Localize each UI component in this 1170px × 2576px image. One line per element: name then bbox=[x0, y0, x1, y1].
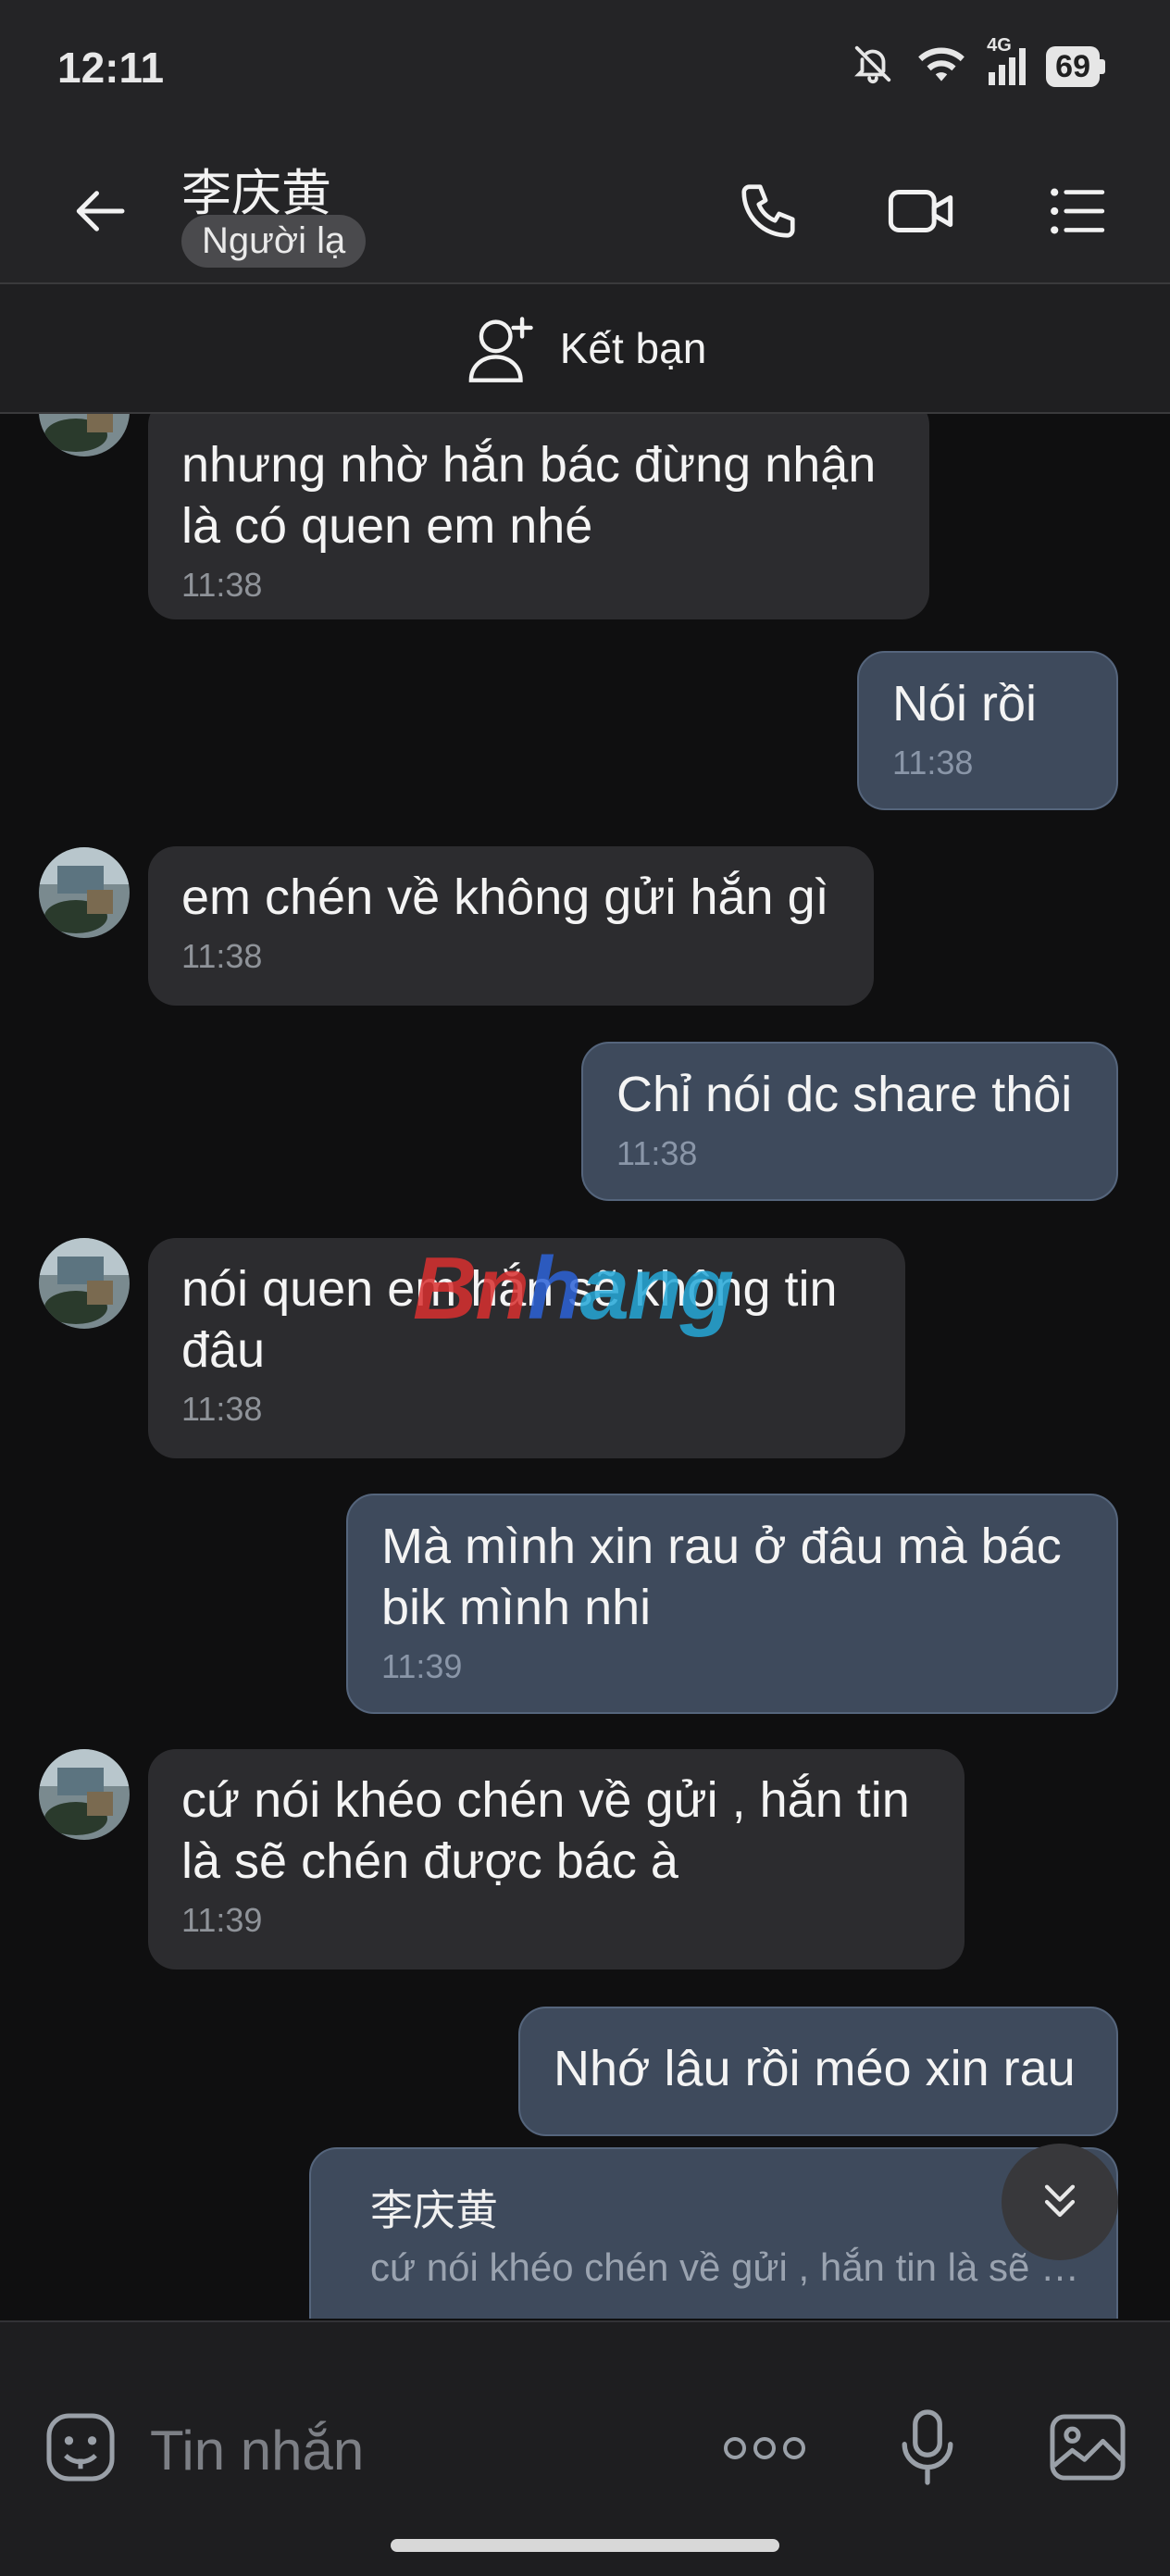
message-text: cứ nói khéo chén về gửi , hắn tin là sẽ … bbox=[181, 1772, 910, 1889]
reply-quote[interactable]: 李庆黄 cứ nói khéo chén về gửi , hắn tin là… bbox=[344, 2177, 1092, 2290]
video-call-button[interactable] bbox=[885, 174, 959, 248]
more-options-button[interactable] bbox=[718, 2411, 811, 2485]
message-time: 11:38 bbox=[181, 937, 263, 975]
message-text: Nói sao cũng méo chịu đòi tiền bbox=[344, 2310, 1083, 2319]
voice-call-button[interactable] bbox=[731, 174, 805, 248]
reply-snippet: cứ nói khéo chén về gửi , hắn tin là sẽ … bbox=[370, 2245, 1092, 2289]
contact-avatar[interactable] bbox=[39, 1749, 130, 1840]
message-composer bbox=[0, 2320, 1170, 2576]
add-user-icon bbox=[468, 317, 533, 382]
status-icons: 4G 69 bbox=[852, 35, 1105, 90]
add-friend-label: Kết bạn bbox=[559, 324, 707, 372]
contact-avatar[interactable] bbox=[39, 414, 130, 456]
signal-icon: 4G bbox=[987, 35, 1027, 85]
phone-icon bbox=[741, 184, 795, 238]
message-bubble-outgoing[interactable]: Mà mình xin rau ở đâu mà bác bik mình nh… bbox=[346, 1494, 1118, 1714]
video-call-icon bbox=[888, 190, 953, 232]
back-button[interactable] bbox=[65, 174, 139, 248]
message-bubble-outgoing[interactable]: Chỉ nói dc share thôi 11:38 bbox=[581, 1042, 1118, 1201]
battery-level: 69 bbox=[1046, 45, 1100, 87]
reply-sender-name: 李庆黄 bbox=[370, 2185, 498, 2235]
add-friend-button[interactable]: Kết bạn bbox=[0, 284, 1170, 414]
image-gallery-icon bbox=[1050, 2414, 1126, 2481]
home-indicator[interactable] bbox=[391, 2539, 779, 2552]
message-bubble-incoming[interactable]: nhưng nhờ hắn bác đừng nhận là có quen e… bbox=[148, 414, 929, 619]
message-time: 11:39 bbox=[381, 1647, 463, 1685]
message-bubble-outgoing[interactable]: Nói rồi 11:38 bbox=[857, 651, 1118, 810]
network-type: 4G bbox=[987, 34, 1012, 56]
contact-avatar[interactable] bbox=[39, 847, 130, 938]
message-bubble-incoming[interactable]: em chén về không gửi hắn gì 11:38 bbox=[148, 846, 874, 1006]
chat-options-button[interactable] bbox=[1040, 174, 1114, 248]
message-time: 11:38 bbox=[892, 744, 974, 782]
status-bar: 12:11 4G 69 bbox=[0, 0, 1170, 139]
more-options-icon bbox=[724, 2437, 805, 2459]
microphone-icon bbox=[902, 2409, 953, 2485]
contact-avatar[interactable] bbox=[39, 1238, 130, 1329]
message-time: 11:39 bbox=[181, 1901, 263, 1939]
scroll-to-bottom-button[interactable] bbox=[1002, 2144, 1118, 2260]
chat-header: 李庆黄 Người lạ bbox=[0, 139, 1170, 284]
message-bubble-reply[interactable]: 李庆黄 cứ nói khéo chén về gửi , hắn tin là… bbox=[309, 2147, 1118, 2319]
sticker-icon bbox=[46, 2413, 115, 2482]
message-text: nhưng nhờ hắn bác đừng nhận là có quen e… bbox=[181, 437, 877, 554]
message-input[interactable] bbox=[148, 2407, 670, 2493]
message-text: Chỉ nói dc share thôi bbox=[616, 1067, 1073, 1122]
message-text: em chén về không gửi hắn gì bbox=[181, 869, 829, 925]
arrow-left-icon bbox=[76, 191, 125, 231]
message-time: 11:38 bbox=[616, 1134, 698, 1172]
sticker-button[interactable] bbox=[39, 2406, 122, 2489]
voice-message-button[interactable] bbox=[889, 2406, 966, 2489]
menu-list-icon bbox=[1051, 188, 1105, 234]
stranger-badge: Người lạ bbox=[181, 215, 367, 268]
message-list[interactable]: nhưng nhờ hắn bác đừng nhận là có quen e… bbox=[0, 414, 1170, 2319]
notifications-off-icon bbox=[852, 43, 894, 90]
message-text: Nhớ lâu rồi méo xin rau bbox=[554, 2041, 1076, 2096]
image-gallery-button[interactable] bbox=[1046, 2406, 1129, 2489]
message-time: 11:38 bbox=[181, 1390, 263, 1428]
message-bubble-outgoing[interactable]: Nhớ lâu rồi méo xin rau bbox=[518, 2007, 1118, 2136]
double-chevron-down-icon bbox=[1044, 2184, 1076, 2218]
wifi-icon bbox=[915, 43, 968, 90]
status-time: 12:11 bbox=[57, 44, 165, 92]
message-text: Nói rồi bbox=[892, 676, 1038, 732]
message-time: 11:38 bbox=[181, 566, 263, 604]
message-bubble-incoming[interactable]: cứ nói khéo chén về gửi , hắn tin là sẽ … bbox=[148, 1749, 965, 1970]
battery-icon: 69 bbox=[1046, 45, 1105, 87]
message-text: Mà mình xin rau ở đâu mà bác bik mình nh… bbox=[381, 1519, 1062, 1635]
watermark-logo: Bnhang bbox=[413, 1239, 734, 1338]
